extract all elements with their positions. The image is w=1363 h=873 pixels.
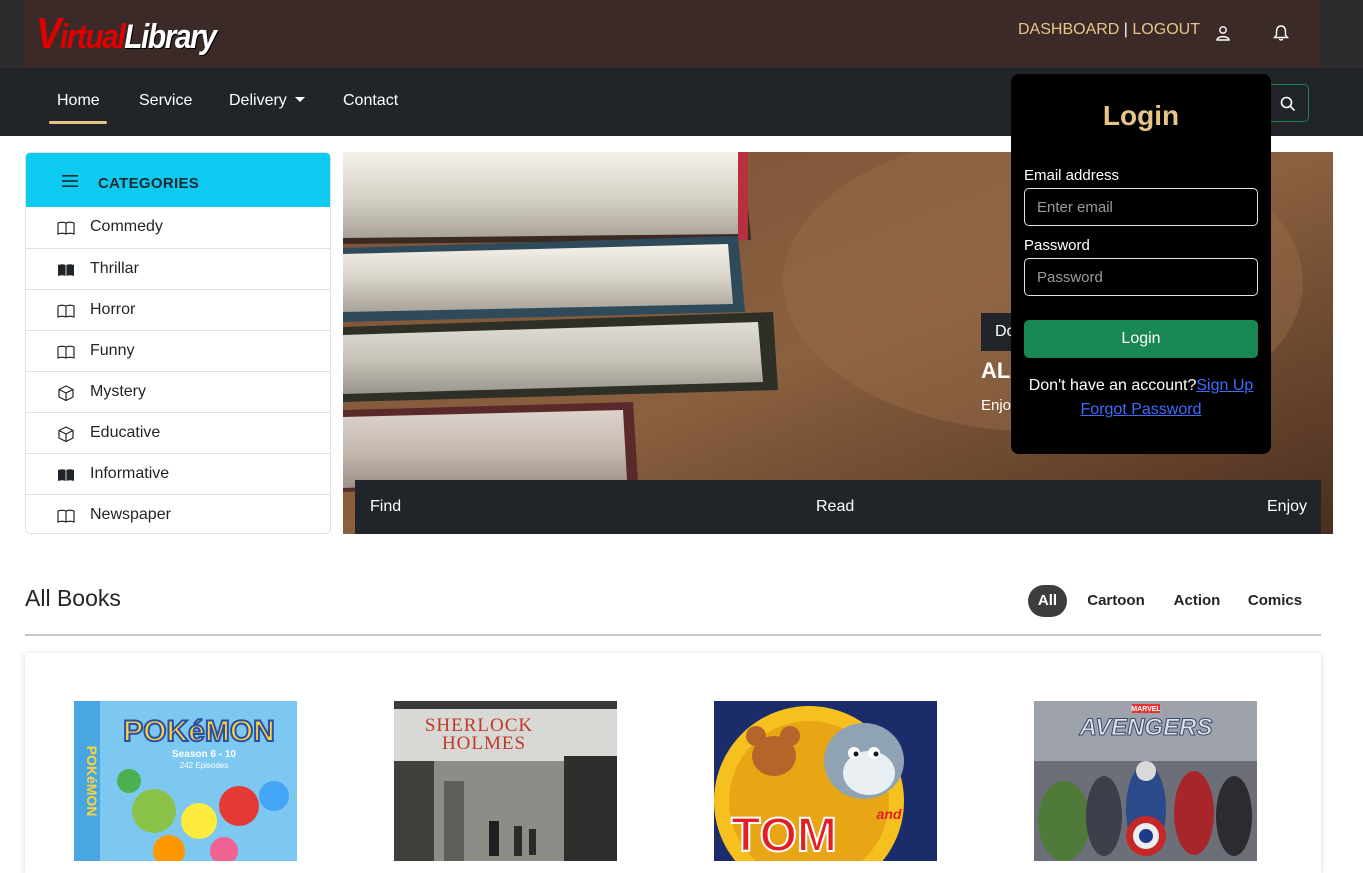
- tom-and-jerry-cover: TOM and: [714, 701, 937, 861]
- nav-delivery[interactable]: Delivery: [229, 92, 305, 110]
- book-open-icon: [57, 304, 75, 318]
- login-dropdown: Login Email address Password Login Don't…: [1011, 74, 1271, 454]
- category-item-commedy[interactable]: Commedy: [26, 207, 330, 248]
- top-header-inner: VirtualLibrary DASHBOARD | LOGOUT: [24, 0, 1321, 68]
- categories-list: Commedy Thrillar Horror Funny Mystery Educati…: [26, 207, 330, 533]
- categories-title: CATEGORIES: [98, 175, 200, 192]
- pokemon-spine-text: POKéMON: [84, 746, 100, 817]
- active-nav-indicator: [49, 121, 107, 124]
- book-card-avengers[interactable]: MARVEL AVENGERS: [1034, 701, 1257, 861]
- site-logo[interactable]: VirtualLibrary: [36, 10, 217, 59]
- filter-comics[interactable]: Comics: [1242, 585, 1308, 617]
- category-label: Thrillar: [90, 260, 139, 277]
- all-books-title: All Books: [25, 585, 121, 611]
- filter-cartoon[interactable]: Cartoon: [1080, 585, 1152, 617]
- hero-tab-find[interactable]: Find: [370, 498, 401, 516]
- pokemon-season-text: Season 6 - 10: [172, 749, 236, 760]
- books-grid: POKéMON POKéMON Season 6 - 10 242 Episod…: [25, 653, 1321, 873]
- marvel-logo-text: MARVEL: [1131, 706, 1161, 713]
- box-icon: [58, 385, 74, 401]
- hero-caption-title: AL: [981, 358, 1011, 383]
- bell-icon[interactable]: [1272, 24, 1290, 42]
- forgot-password-row: Forgot Password: [1011, 401, 1271, 419]
- category-item-newspaper[interactable]: Newspaper: [26, 494, 330, 533]
- pokemon-cover: POKéMON POKéMON Season 6 - 10 242 Episod…: [74, 701, 297, 861]
- login-title: Login: [1102, 100, 1180, 131]
- book-card-sherlock-holmes[interactable]: SHERLOCK HOLMES: [394, 701, 617, 861]
- book-card-pokemon[interactable]: POKéMON POKéMON Season 6 - 10 242 Episod…: [74, 701, 297, 861]
- book-open-icon: [57, 345, 75, 359]
- link-separator: |: [1119, 21, 1133, 38]
- category-label: Newspaper: [90, 506, 171, 523]
- pokemon-title-text: POKéMON: [123, 715, 275, 748]
- logout-link[interactable]: LOGOUT: [1132, 21, 1200, 38]
- sherlock-holmes-cover: SHERLOCK HOLMES: [394, 701, 617, 861]
- password-label: Password: [1024, 237, 1090, 254]
- category-item-funny[interactable]: Funny: [26, 330, 330, 371]
- section-divider: [25, 634, 1321, 636]
- category-label: Funny: [90, 342, 135, 359]
- email-field[interactable]: [1024, 188, 1258, 226]
- categories-header[interactable]: CATEGORIES: [26, 153, 330, 207]
- nav-home[interactable]: Home: [57, 92, 100, 110]
- hero-tab-enjoy[interactable]: Enjoy: [1267, 498, 1307, 516]
- avengers-cover: MARVEL AVENGERS: [1034, 701, 1257, 861]
- logo-word-library: Library: [124, 18, 217, 56]
- category-label: Informative: [90, 465, 170, 482]
- signup-link[interactable]: Sign Up: [1196, 377, 1253, 394]
- email-label: Email address: [1024, 167, 1120, 184]
- dashboard-link[interactable]: DASHBOARD: [1018, 21, 1119, 38]
- password-field[interactable]: [1024, 258, 1258, 296]
- hero-indicator-bar: Find Read Enjoy: [355, 480, 1321, 534]
- top-header: VirtualLibrary DASHBOARD | LOGOUT: [0, 0, 1363, 68]
- nav-service[interactable]: Service: [139, 92, 192, 110]
- filter-action[interactable]: Action: [1166, 585, 1228, 617]
- search-icon: [1280, 96, 1296, 112]
- sherlock-title-line2: HOLMES: [442, 733, 526, 754]
- no-account-text: Don't have an account?: [1028, 377, 1197, 394]
- filter-all[interactable]: All: [1028, 585, 1067, 617]
- pokemon-episodes-text: 242 Episodes: [180, 761, 228, 770]
- category-item-mystery[interactable]: Mystery: [26, 371, 330, 412]
- category-item-horror[interactable]: Horror: [26, 289, 330, 330]
- nav-delivery-label: Delivery: [229, 92, 287, 109]
- forgot-password-link[interactable]: Forgot Password: [1081, 401, 1202, 418]
- chevron-down-icon: [294, 97, 305, 102]
- menu-icon: [62, 175, 78, 187]
- category-label: Educative: [90, 424, 161, 441]
- category-label: Commedy: [90, 218, 163, 235]
- categories-panel: CATEGORIES Commedy Thrillar Horror Funny Mys…: [25, 152, 331, 534]
- category-item-informative[interactable]: Informative: [26, 453, 330, 494]
- user-icon[interactable]: [1214, 24, 1232, 42]
- book-filled-icon: [58, 469, 74, 481]
- book-open-icon: [57, 509, 75, 523]
- logo-word-virtual: irtual: [59, 18, 126, 56]
- hero-tab-read[interactable]: Read: [816, 498, 854, 516]
- tom-title-text: TOM: [731, 809, 837, 861]
- category-item-thrillar[interactable]: Thrillar: [26, 248, 330, 289]
- book-card-tom-and-jerry[interactable]: TOM and: [714, 701, 937, 861]
- hero-caption-subtitle: Enjo: [981, 397, 1012, 414]
- box-icon: [58, 426, 74, 442]
- nav-contact[interactable]: Contact: [343, 92, 398, 110]
- book-open-icon: [57, 221, 75, 235]
- book-filled-icon: [58, 264, 74, 276]
- account-links: DASHBOARD | LOGOUT: [1018, 21, 1200, 39]
- category-label: Horror: [90, 301, 136, 318]
- login-button[interactable]: Login: [1024, 320, 1258, 358]
- category-label: Mystery: [90, 383, 146, 400]
- category-item-educative[interactable]: Educative: [26, 412, 330, 453]
- logo-letter-v: V: [36, 10, 61, 59]
- avengers-title-text: AVENGERS: [1079, 714, 1213, 741]
- search-button[interactable]: [1266, 84, 1309, 122]
- signup-prompt: Don't have an account?Sign Up: [1011, 377, 1271, 395]
- and-text: and: [877, 806, 902, 822]
